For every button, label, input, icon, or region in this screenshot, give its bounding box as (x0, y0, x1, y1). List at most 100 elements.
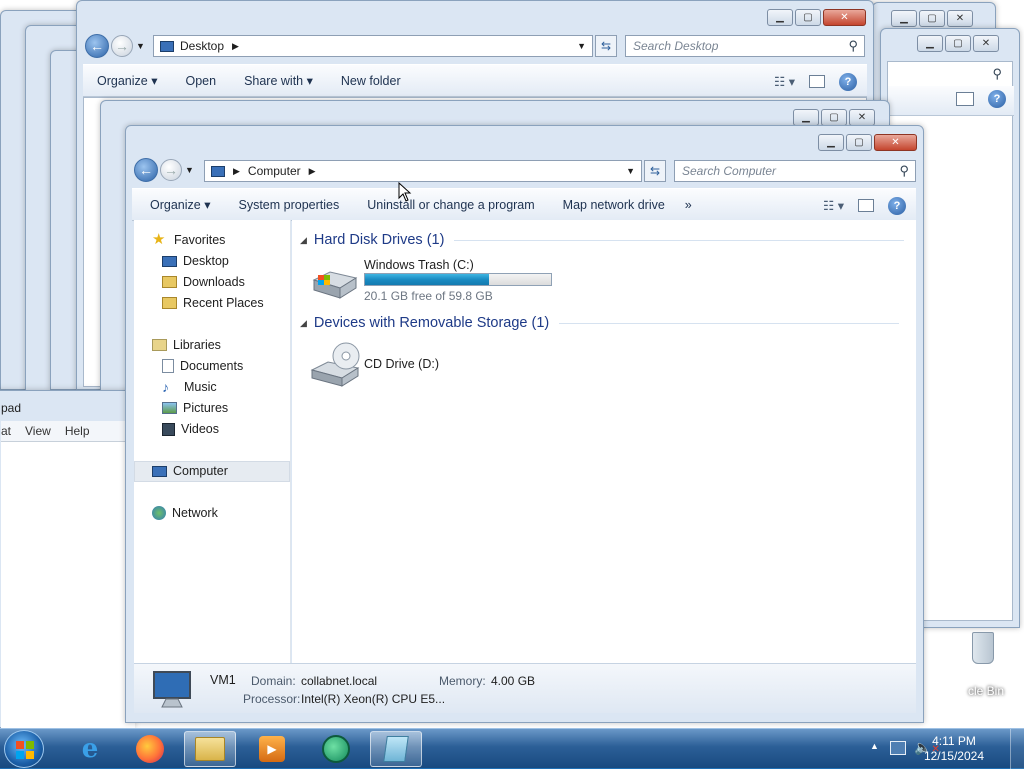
address-segment-computer[interactable]: Computer (248, 164, 301, 178)
downloads-folder-icon (162, 276, 177, 288)
sidebar-item-downloads[interactable]: Downloads (162, 275, 245, 289)
recent-places-icon (162, 297, 177, 309)
sidebar-item-libraries[interactable]: Libraries (152, 338, 221, 352)
recent-pages-chevron-icon[interactable]: ▼ (185, 165, 194, 175)
drive-c-name[interactable]: Windows Trash (C:) (364, 258, 474, 272)
sidebar-item-computer[interactable]: Computer (152, 464, 228, 478)
mouse-cursor-icon (398, 182, 412, 202)
taskbar-firefox[interactable] (124, 731, 176, 767)
group-header-hard-disk[interactable]: ◢ Hard Disk Drives (1) (300, 232, 905, 248)
preview-pane-icon[interactable] (858, 199, 874, 212)
maximize-button[interactable]: ▢ (919, 10, 945, 27)
organize-button[interactable]: Organize ▾ (83, 73, 171, 88)
notepad-text-area[interactable] (1, 441, 135, 729)
forward-button[interactable]: → (111, 35, 133, 57)
maximize-button[interactable]: ▢ (945, 35, 971, 52)
sidebar-item-recent-places[interactable]: Recent Places (162, 296, 264, 310)
sidebar-item-favorites[interactable]: ★ Favorites (152, 232, 225, 247)
address-dropdown-icon[interactable]: ▼ (577, 41, 586, 51)
uninstall-program-button[interactable]: Uninstall or change a program (353, 198, 548, 212)
chevron-right-icon[interactable]: ▶ (232, 41, 239, 52)
refresh-button[interactable]: ⇆ (595, 35, 617, 57)
taskbar-app-green[interactable] (310, 731, 362, 767)
memory-value: 4.00 GB (491, 674, 536, 688)
close-button[interactable]: ✕ (849, 109, 875, 126)
collapse-triangle-icon[interactable]: ◢ (300, 318, 307, 329)
help-icon[interactable]: ? (888, 196, 906, 215)
address-bar[interactable]: ▶ Computer ▶ ▼ (204, 160, 642, 182)
search-icon[interactable]: ⚲ (992, 66, 1002, 82)
refresh-button[interactable]: ⇆ (644, 160, 666, 182)
back-button[interactable]: ← (85, 34, 109, 58)
close-button[interactable]: ✕ (823, 9, 866, 26)
recycle-bin-icon[interactable]: cle Bin (966, 632, 1024, 702)
close-button[interactable]: ✕ (874, 134, 917, 151)
notepad-window[interactable]: pad at View Help (0, 390, 135, 729)
sidebar-item-network[interactable]: Network (152, 506, 218, 520)
sidebar-item-videos[interactable]: Videos (162, 422, 219, 436)
organize-button[interactable]: Organize ▾ (132, 197, 224, 212)
new-folder-button[interactable]: New folder (327, 74, 415, 88)
green-app-icon (322, 735, 350, 763)
sidebar-item-desktop[interactable]: Desktop (162, 254, 229, 268)
drive-d-name[interactable]: CD Drive (D:) (364, 357, 439, 371)
desktop-icon (160, 40, 174, 52)
preview-pane-icon[interactable] (956, 92, 974, 106)
help-icon[interactable]: ? (839, 72, 857, 91)
collapse-triangle-icon[interactable]: ◢ (300, 235, 307, 246)
maximize-button[interactable]: ▢ (846, 134, 872, 151)
chevron-right-icon[interactable]: ▶ (309, 166, 316, 177)
minimize-button[interactable]: ▁ (891, 10, 917, 27)
map-network-drive-button[interactable]: Map network drive (549, 198, 679, 212)
toolbar: Organize ▾ Open Share with ▾ New folder … (83, 64, 867, 97)
taskbar-internet-explorer[interactable]: e (64, 731, 116, 767)
menu-view[interactable]: View (25, 424, 51, 438)
forward-button[interactable]: → (160, 159, 182, 181)
sidebar-item-documents[interactable]: Documents (162, 359, 243, 373)
group-header-removable[interactable]: ◢ Devices with Removable Storage (1) (300, 315, 900, 331)
search-icon[interactable]: ⚲ (899, 163, 909, 179)
network-status-icon[interactable] (890, 741, 906, 755)
taskbar-windows-explorer[interactable] (184, 731, 236, 767)
show-desktop-button[interactable] (1010, 729, 1024, 769)
view-options-icon[interactable]: ☷ ▾ (774, 74, 795, 89)
share-with-button[interactable]: Share with ▾ (230, 73, 327, 88)
menu-help[interactable]: Help (65, 424, 90, 438)
search-icon[interactable]: ⚲ (848, 38, 858, 54)
recent-pages-chevron-icon[interactable]: ▼ (136, 41, 145, 51)
show-hidden-icons-button[interactable]: ▲ (870, 741, 879, 751)
taskbar-media-player[interactable]: ▶ (246, 731, 298, 767)
search-input[interactable]: Search Computer ⚲ (674, 160, 916, 182)
preview-pane-icon[interactable] (809, 75, 825, 88)
chevron-right-icon[interactable]: ▶ (233, 166, 240, 177)
sidebar-item-music[interactable]: ♪ Music (162, 380, 217, 394)
search-input[interactable]: Search Desktop ⚲ (625, 35, 865, 57)
address-bar[interactable]: Desktop ▶ ▼ (153, 35, 593, 57)
close-button[interactable]: ✕ (947, 10, 973, 27)
maximize-button[interactable]: ▢ (795, 9, 821, 26)
videos-icon (162, 422, 175, 436)
more-commands-button[interactable]: » (679, 198, 706, 212)
libraries-icon (152, 339, 167, 351)
address-segment[interactable]: Desktop (180, 39, 224, 53)
system-properties-button[interactable]: System properties (224, 198, 353, 212)
drive-c-usage-bar (364, 273, 552, 286)
taskbar-notepad[interactable] (370, 731, 422, 767)
back-button[interactable]: ← (134, 158, 158, 182)
minimize-button[interactable]: ▁ (818, 134, 844, 151)
address-dropdown-icon[interactable]: ▼ (626, 166, 635, 176)
maximize-button[interactable]: ▢ (821, 109, 847, 126)
menu-format[interactable]: at (1, 424, 11, 438)
sidebar-item-pictures[interactable]: Pictures (162, 401, 228, 415)
computer-name: VM1 (210, 673, 236, 687)
minimize-button[interactable]: ▁ (917, 35, 943, 52)
view-options-icon[interactable]: ☷ ▾ (823, 198, 844, 213)
start-button[interactable] (4, 730, 44, 768)
close-button[interactable]: ✕ (973, 35, 999, 52)
minimize-button[interactable]: ▁ (793, 109, 819, 126)
minimize-button[interactable]: ▁ (767, 9, 793, 26)
system-clock[interactable]: 4:11 PM 12/15/2024 (924, 734, 984, 764)
open-button[interactable]: Open (171, 74, 230, 88)
help-icon[interactable]: ? (988, 90, 1006, 108)
memory-label: Memory: (439, 674, 486, 688)
